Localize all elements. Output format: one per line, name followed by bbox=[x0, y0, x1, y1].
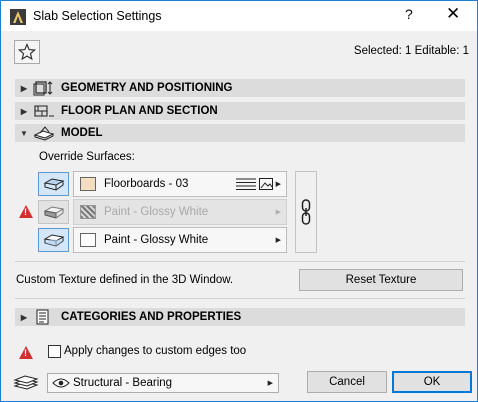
link-surfaces-button[interactable] bbox=[295, 171, 317, 253]
panel-categories-properties[interactable]: ▶ CATEGORIES AND PROPERTIES bbox=[15, 308, 465, 326]
layers-icon bbox=[13, 375, 39, 390]
material-name: Paint - Glossy White bbox=[104, 234, 209, 246]
slab-bottom-surface-icon bbox=[43, 234, 64, 247]
divider bbox=[15, 298, 465, 299]
panel-label: GEOMETRY AND POSITIONING bbox=[61, 82, 233, 94]
top-surface-material-picker[interactable]: Floorboards - 03 ▶ bbox=[73, 171, 287, 197]
material-swatch bbox=[80, 233, 96, 247]
dropdown-arrow-icon: ▶ bbox=[275, 209, 281, 216]
material-swatch bbox=[80, 177, 96, 191]
apply-edges-label: Apply changes to custom edges too bbox=[64, 345, 247, 357]
favorites-button[interactable] bbox=[14, 40, 40, 64]
material-swatch-mixed bbox=[80, 205, 96, 219]
lines-pattern-icon bbox=[235, 178, 256, 190]
bottom-surface-toggle[interactable] bbox=[38, 228, 69, 252]
floor-plan-icon bbox=[34, 105, 54, 117]
archicad-app-icon bbox=[10, 9, 26, 25]
close-button[interactable]: ✕ bbox=[446, 4, 460, 24]
apply-edges-checkbox[interactable] bbox=[48, 345, 61, 358]
geometry-icon bbox=[33, 81, 53, 96]
model-icon bbox=[33, 126, 55, 141]
chevron-down-icon: ▼ bbox=[20, 128, 28, 138]
material-name: Paint - Glossy White bbox=[104, 206, 209, 218]
help-button[interactable]: ? bbox=[405, 6, 413, 22]
top-surface-toggle[interactable] bbox=[38, 172, 69, 196]
slab-edge-surface-icon bbox=[43, 206, 64, 219]
layer-name: Structural - Bearing bbox=[73, 377, 173, 389]
panel-floor-plan-section[interactable]: ▶ FLOOR PLAN AND SECTION bbox=[15, 102, 465, 120]
warning-icon: ! bbox=[19, 346, 33, 359]
override-surfaces-label: Override Surfaces: bbox=[39, 151, 135, 163]
eye-icon bbox=[52, 378, 70, 388]
chevron-right-icon: ▶ bbox=[20, 83, 28, 93]
warning-icon: ! bbox=[19, 205, 33, 218]
chevron-right-icon: ▶ bbox=[20, 106, 28, 116]
reset-texture-button[interactable]: Reset Texture bbox=[299, 269, 463, 291]
panel-label: CATEGORIES AND PROPERTIES bbox=[61, 311, 242, 323]
window-title: Slab Selection Settings bbox=[33, 9, 162, 23]
layer-selector[interactable]: Structural - Bearing ▶ bbox=[47, 373, 279, 393]
divider bbox=[15, 261, 465, 262]
dropdown-arrow-icon: ▶ bbox=[275, 181, 281, 188]
material-name: Floorboards - 03 bbox=[104, 178, 189, 190]
texture-image-icon bbox=[258, 178, 273, 190]
edge-surface-material-picker[interactable]: Paint - Glossy White ▶ bbox=[73, 199, 287, 225]
panel-label: FLOOR PLAN AND SECTION bbox=[61, 105, 218, 117]
dropdown-arrow-icon: ▶ bbox=[267, 380, 273, 387]
ok-button[interactable]: OK bbox=[392, 371, 472, 393]
panel-model[interactable]: ▼ MODEL bbox=[15, 124, 465, 142]
dialog-window: Slab Selection Settings ? ✕ Selected: 1 … bbox=[0, 0, 478, 402]
chain-link-icon bbox=[301, 199, 311, 225]
dropdown-arrow-icon: ▶ bbox=[275, 237, 281, 244]
panel-geometry-positioning[interactable]: ▶ GEOMETRY AND POSITIONING bbox=[15, 79, 465, 97]
slab-top-surface-icon bbox=[43, 178, 64, 191]
panel-label: MODEL bbox=[61, 127, 103, 139]
cancel-button[interactable]: Cancel bbox=[307, 371, 387, 393]
title-bar: Slab Selection Settings ? ✕ bbox=[1, 1, 477, 31]
custom-texture-info: Custom Texture defined in the 3D Window. bbox=[16, 274, 234, 286]
bottom-surface-material-picker[interactable]: Paint - Glossy White ▶ bbox=[73, 227, 287, 253]
selection-count: Selected: 1 Editable: 1 bbox=[353, 45, 469, 57]
star-icon bbox=[18, 43, 36, 61]
chevron-right-icon: ▶ bbox=[20, 312, 28, 322]
properties-list-icon bbox=[36, 309, 49, 325]
edge-surface-toggle[interactable] bbox=[38, 200, 69, 224]
